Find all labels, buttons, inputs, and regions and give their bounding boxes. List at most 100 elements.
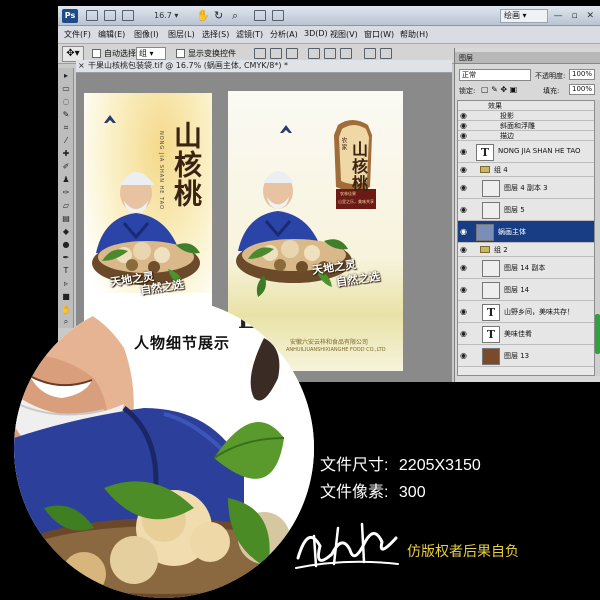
layer-group-row[interactable]: ◉ 组 2 <box>458 243 594 257</box>
workspace-label: 绘画 <box>504 11 520 20</box>
gradient-tool-icon[interactable]: ▤ <box>61 215 71 223</box>
menu-edit[interactable]: 编辑(E) <box>98 29 125 40</box>
healing-tool-icon[interactable]: ✚ <box>61 150 71 158</box>
visibility-eye-icon[interactable]: ◉ <box>460 121 470 130</box>
menu-3d[interactable]: 3D(D) <box>304 29 328 38</box>
align-center-icon[interactable] <box>324 48 336 59</box>
brush-tool-icon[interactable]: ✐ <box>61 163 71 171</box>
layer-row[interactable]: ◉ 图层 13 <box>458 345 594 367</box>
menu-view[interactable]: 视图(V) <box>330 29 358 40</box>
auto-select-checkbox[interactable] <box>92 49 101 58</box>
layer-effect-row[interactable]: 效果 <box>458 101 594 111</box>
blur-tool-icon[interactable]: ◆ <box>61 228 71 236</box>
document-tab[interactable]: × 干果山核桃包装袋.tif @ 16.7% (蜗画主体, CMYK/8*) * <box>76 60 452 73</box>
file-resolution-label: 文件像素: <box>320 484 389 501</box>
layer-row[interactable]: ◉ 图层 5 <box>458 199 594 221</box>
layer-effect-row[interactable]: ◉ 投影 <box>458 111 594 121</box>
opacity-field[interactable]: 100% <box>569 69 595 80</box>
visibility-eye-icon[interactable]: ◉ <box>460 131 470 140</box>
menu-window[interactable]: 窗口(W) <box>364 29 394 40</box>
visibility-eye-icon[interactable]: ◉ <box>460 147 470 156</box>
layer-row[interactable]: ◉ 图层 14 <box>458 279 594 301</box>
align-right-icon[interactable] <box>340 48 352 59</box>
eraser-tool-icon[interactable]: ▱ <box>61 202 71 210</box>
layer-row[interactable]: ◉ T 美味佳肴 <box>458 323 594 345</box>
layer-group-row[interactable]: ◉ 组 4 <box>458 163 594 177</box>
move-tool-icon[interactable]: ▸ <box>61 72 71 80</box>
lasso-tool-icon[interactable]: ◌ <box>61 98 71 106</box>
menu-filter[interactable]: 滤镜(T) <box>236 29 263 40</box>
arrange-documents-icon[interactable] <box>254 10 266 21</box>
layer-row[interactable]: ◉ T NONG JIA SHAN HE TAO <box>458 141 594 163</box>
visibility-eye-icon[interactable]: ◉ <box>460 307 470 316</box>
visibility-eye-icon[interactable]: ◉ <box>460 285 470 294</box>
pen-tool-icon[interactable]: ✒ <box>61 254 71 262</box>
workspace-switcher[interactable]: 绘画 ▾ <box>500 9 548 23</box>
fill-field[interactable]: 100% <box>569 84 595 95</box>
close-document-icon[interactable]: × <box>78 60 85 72</box>
layer-row[interactable]: ◉ T 山野乡间，美味共存！ <box>458 301 594 323</box>
auto-select-dropdown[interactable]: 组 ▾ <box>136 47 166 60</box>
rotate-view-icon[interactable]: ↻ <box>214 9 223 22</box>
view-extras-icon[interactable] <box>122 10 134 21</box>
align-bottom-icon[interactable] <box>286 48 298 59</box>
visibility-eye-icon[interactable]: ◉ <box>460 245 470 254</box>
visibility-eye-icon[interactable]: ◉ <box>460 111 470 120</box>
zoom-level[interactable]: 16.7 ▾ <box>154 9 188 23</box>
distribute-2-icon[interactable] <box>380 48 392 59</box>
menu-select[interactable]: 选择(S) <box>202 29 229 40</box>
layers-scroll-thumb[interactable] <box>595 314 600 354</box>
menu-help[interactable]: 帮助(H) <box>400 29 428 40</box>
align-top-icon[interactable] <box>254 48 266 59</box>
blend-mode-dropdown[interactable]: 正常 <box>459 69 531 81</box>
layer-effect-row[interactable]: ◉ 斜面和浮雕 <box>458 121 594 131</box>
visibility-eye-icon[interactable]: ◉ <box>460 351 470 360</box>
layer-thumbnail <box>482 180 500 197</box>
layer-effect-label: 斜面和浮雕 <box>500 121 535 130</box>
history-brush-icon[interactable]: ✑ <box>61 189 71 197</box>
marquee-tool-icon[interactable]: ▭ <box>61 85 71 93</box>
screen-mode-icon[interactable] <box>272 10 284 21</box>
layers-panel-tab[interactable]: 图层 <box>455 52 600 64</box>
visibility-eye-icon[interactable]: ◉ <box>460 329 470 338</box>
visibility-eye-icon[interactable]: ◉ <box>460 183 470 192</box>
dodge-tool-icon[interactable]: ● <box>61 241 71 249</box>
layer-name: 组 2 <box>494 245 508 254</box>
menu-layer[interactable]: 图层(L) <box>168 29 195 40</box>
quick-select-tool-icon[interactable]: ✎ <box>61 111 71 119</box>
layer-row[interactable]: ◉ 图层 4 副本 3 <box>458 177 594 199</box>
layer-row[interactable]: ◉ 图层 14 副本 <box>458 257 594 279</box>
mini-bridge-icon[interactable] <box>104 10 116 21</box>
eyedropper-tool-icon[interactable]: ⁄ <box>61 137 71 145</box>
layer-effect-label: 投影 <box>500 111 514 120</box>
visibility-eye-icon[interactable]: ◉ <box>460 165 470 174</box>
align-middle-icon[interactable] <box>270 48 282 59</box>
menu-file[interactable]: 文件(F) <box>64 29 91 40</box>
photoshop-logo[interactable]: Ps <box>62 9 78 23</box>
layers-list: 效果 ◉ 投影 ◉ 斜面和浮雕 ◉ 描边 ◉ T NONG JIA SHAN H… <box>457 100 595 376</box>
hand-tool-icon[interactable]: ✋ <box>196 9 210 22</box>
layer-name: 图层 13 <box>504 351 530 360</box>
align-left-icon[interactable] <box>308 48 320 59</box>
stamp-tool-icon[interactable]: ♟ <box>61 176 71 184</box>
visibility-eye-icon[interactable]: ◉ <box>460 227 470 236</box>
layer-name: 图层 14 <box>504 285 530 294</box>
menu-image[interactable]: 图像(I) <box>134 29 159 40</box>
menu-analysis[interactable]: 分析(A) <box>270 29 298 40</box>
type-tool-icon[interactable]: T <box>61 267 71 275</box>
lock-icons[interactable]: ▢ ✎ ✥ ▣ <box>481 85 517 94</box>
visibility-eye-icon[interactable]: ◉ <box>460 263 470 272</box>
layer-row-selected[interactable]: ◉ 蜗画主体 <box>458 221 594 243</box>
show-transform-label: 显示变换控件 <box>188 49 236 58</box>
show-transform-checkbox[interactable] <box>176 49 185 58</box>
distribute-icon[interactable] <box>364 48 376 59</box>
bridge-icon[interactable] <box>86 10 98 21</box>
crop-tool-icon[interactable]: ⌗ <box>61 124 71 132</box>
layer-effect-row[interactable]: ◉ 描边 <box>458 131 594 141</box>
layers-scrollbar[interactable] <box>595 100 600 376</box>
path-select-icon[interactable]: ▹ <box>61 280 71 288</box>
window-controls[interactable]: — ▫ ✕ <box>554 9 597 23</box>
zoom-tool-icon[interactable]: ⌕ <box>232 9 238 22</box>
document-title: 干果山核桃包装袋.tif @ 16.7% (蜗画主体, CMYK/8*) * <box>88 61 289 70</box>
visibility-eye-icon[interactable]: ◉ <box>460 205 470 214</box>
